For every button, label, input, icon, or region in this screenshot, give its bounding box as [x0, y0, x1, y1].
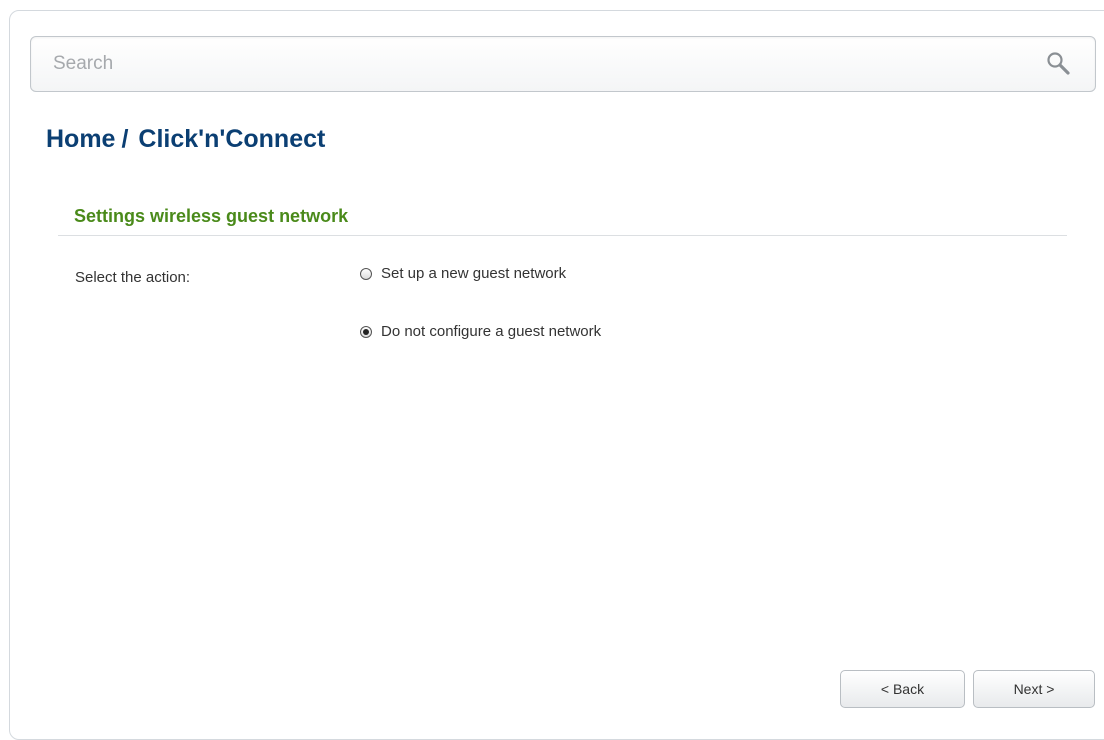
- breadcrumb-home[interactable]: Home: [46, 125, 115, 153]
- radio-button-checked[interactable]: [360, 325, 372, 338]
- section-title: Settings wireless guest network: [74, 206, 349, 226]
- search-input[interactable]: [43, 47, 1043, 81]
- breadcrumb-current: Click'n'Connect: [138, 125, 326, 153]
- section-divider: [58, 235, 1067, 236]
- action-field-label: Select the action:: [75, 269, 191, 286]
- search-box: [30, 36, 1096, 92]
- radio-label: Do not configure a guest network: [381, 323, 602, 340]
- search-icon[interactable]: [1045, 50, 1073, 78]
- main-panel: [9, 10, 1104, 740]
- radio-button[interactable]: [360, 267, 372, 280]
- breadcrumb-separator: /: [121, 125, 129, 153]
- back-button[interactable]: < Back: [840, 670, 965, 708]
- radio-option-do-not-configure[interactable]: Do not configure a guest network: [360, 323, 601, 340]
- radio-label: Set up a new guest network: [381, 265, 567, 282]
- radio-option-setup-new[interactable]: Set up a new guest network: [360, 265, 566, 282]
- breadcrumb: Home / Click'n'Connect: [46, 125, 325, 154]
- next-button[interactable]: Next >: [973, 670, 1095, 708]
